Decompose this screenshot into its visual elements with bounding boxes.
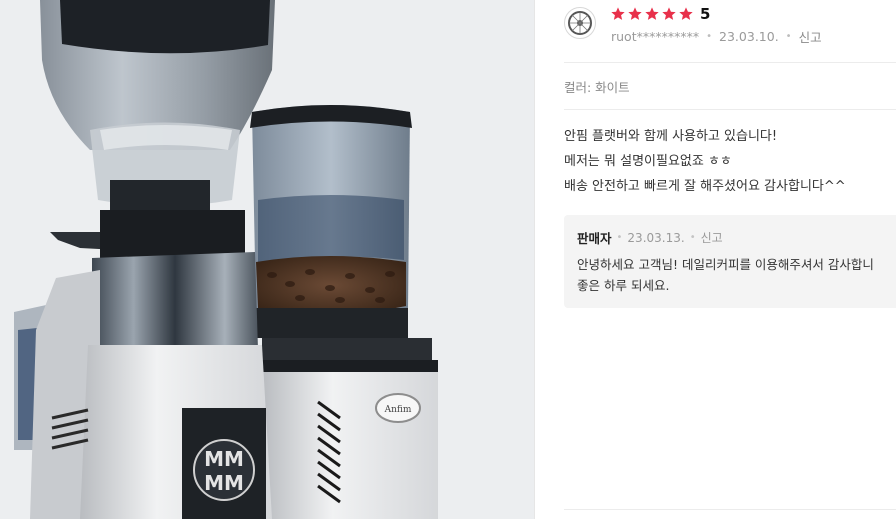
star-icon: [661, 6, 677, 22]
reply-header: 판매자 • 23.03.13. • 신고: [577, 228, 723, 247]
review-photo[interactable]: Anfim MM MM: [0, 0, 534, 519]
reply-line: 안녕하세요 고객님! 데일리커피를 이용해주셔서 감사합니: [577, 257, 874, 272]
divider: [564, 109, 896, 110]
wheel-avatar-icon: [568, 11, 592, 35]
divider: [564, 62, 896, 63]
report-link[interactable]: 신고: [799, 27, 822, 46]
reply-line: 좋은 하루 되세요.: [577, 278, 670, 293]
coffee-grinders-image: Anfim MM MM: [0, 0, 534, 519]
reply-body: 안녕하세요 고객님! 데일리커피를 이용해주셔서 감사합니 좋은 하루 되세요.: [577, 254, 874, 296]
stars-group: [610, 6, 695, 22]
svg-text:MM: MM: [204, 471, 244, 495]
star-icon: [627, 6, 643, 22]
review-line: 안핌 플랫버와 함께 사용하고 있습니다!: [564, 129, 778, 144]
review-line: 배송 안전하고 빠르게 잘 해주셨어요 감사합니다^^: [564, 179, 846, 194]
meta-separator: •: [616, 232, 623, 243]
reviewer-id: ruot**********: [611, 29, 700, 44]
purchase-option: 컬러: 화이트: [564, 80, 630, 95]
reply-author: 판매자: [577, 231, 612, 246]
divider: [564, 509, 896, 510]
svg-text:Anfim: Anfim: [384, 405, 412, 415]
review-panel: 5 ruot********** • 23.03.10. • 신고 컬러: 화이…: [535, 0, 896, 519]
reply-date: 23.03.13.: [627, 230, 685, 245]
reply-report-link[interactable]: 신고: [701, 229, 723, 246]
anfim-badge: Anfim: [375, 393, 421, 423]
star-rating: 5: [610, 4, 710, 24]
review-date: 23.03.10.: [719, 29, 779, 44]
meta-separator: •: [706, 31, 713, 42]
star-icon: [644, 6, 660, 22]
review-body: 안핌 플랫버와 함께 사용하고 있습니다! 메저는 뭐 설명이필요없죠 ㅎㅎ 배…: [564, 124, 846, 199]
rating-value: 5: [700, 5, 711, 23]
review-meta: ruot********** • 23.03.10. • 신고: [611, 27, 822, 46]
seller-reply: 판매자 • 23.03.13. • 신고 안녕하세요 고객님! 데일리커피를 이…: [564, 215, 896, 308]
meta-separator: •: [785, 31, 792, 42]
star-icon: [678, 6, 694, 22]
meta-separator: •: [689, 232, 696, 243]
mazzer-logo-plate: MM MM: [182, 408, 266, 519]
reviewer-avatar[interactable]: [564, 7, 596, 39]
star-icon: [610, 6, 626, 22]
svg-text:MM: MM: [204, 447, 244, 471]
review-line: 메저는 뭐 설명이필요없죠 ㅎㅎ: [564, 154, 732, 169]
